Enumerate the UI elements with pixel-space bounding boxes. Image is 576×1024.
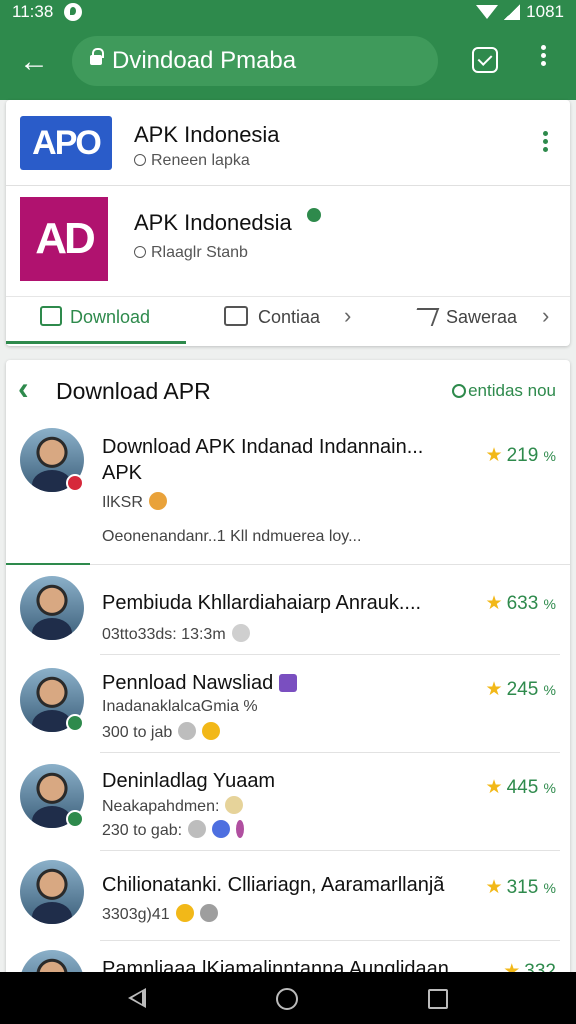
star-icon: ★: [485, 877, 503, 898]
list-item[interactable]: Pennload Nawsliad InadanaklalcaGmia % 30…: [6, 656, 570, 752]
chevron-right-icon[interactable]: ›: [542, 303, 549, 329]
more-vert-icon[interactable]: [538, 128, 552, 162]
item-title: Pennload Nawsliad: [102, 672, 298, 695]
star-icon: [202, 722, 221, 740]
divider: [100, 940, 560, 941]
divider: [100, 752, 560, 753]
thumb-up-icon: [40, 306, 62, 326]
nav-home-icon[interactable]: [276, 988, 298, 1010]
divider-accent: [6, 563, 90, 565]
section-title: Download APR: [56, 378, 211, 404]
item-rating: ★ 245 %: [485, 679, 556, 700]
app-info-card: APO APK Indonesia Reneen lapka AD APK In…: [6, 100, 570, 346]
download-list-card: ‹ Download APR entidas nou Download APK …: [6, 360, 570, 980]
divider: [6, 564, 570, 565]
avatar: [20, 860, 84, 924]
chevron-right-icon[interactable]: ›: [344, 303, 351, 329]
item-rating: ★ 445 %: [485, 777, 556, 798]
arrow-left-icon[interactable]: ←: [14, 42, 54, 82]
section-link[interactable]: entidas nou: [452, 381, 556, 401]
item-subtitle: 03tto33ds: 13:3m: [102, 624, 250, 644]
verified-badge-icon: [66, 810, 84, 828]
app-subtitle: Rlaaglr Stanb: [134, 244, 248, 262]
signal-icon: [504, 4, 521, 20]
item-title: Deninladlag Yuaam: [102, 770, 276, 792]
item-subtitle: Neakapahdmen:: [102, 796, 244, 816]
comment-icon: [224, 306, 248, 326]
lock-icon: [90, 48, 104, 68]
app-logo: AD: [20, 197, 108, 281]
system-nav-bar: [0, 972, 576, 1024]
item-title: Chilionatanki. Clliariagn, Aaramarllanjã: [102, 874, 445, 896]
search-bar[interactable]: Dvindoad Pmaba: [72, 36, 438, 86]
nav-recents-icon[interactable]: [428, 989, 448, 1009]
notification-icon: [64, 3, 82, 21]
list-item[interactable]: Download APK Indanad Indannain... APK Il…: [6, 422, 570, 562]
app-bar: ← Dvindoad Pmaba: [0, 24, 576, 100]
action-row: Download Contiaa › Saweraa ›: [6, 296, 570, 346]
item-description: Oeonenandanr..1 Kll ndmuerea loy...: [102, 528, 362, 545]
share-tab[interactable]: Saweraa: [410, 297, 517, 345]
status-right-text: 1081: [526, 2, 564, 21]
person-icon: [134, 154, 146, 166]
item-rating: ★ 219 %: [485, 445, 556, 466]
circle-icon: [452, 384, 467, 398]
item-meta: 230 to gab:: [102, 820, 245, 840]
avatar: [20, 576, 84, 640]
nav-back-icon[interactable]: [128, 988, 146, 1008]
emoji-icon: [279, 674, 298, 692]
star-icon: [212, 820, 231, 838]
list-item[interactable]: Pembiuda Khllardiahaiarp Anrauk.... 03tt…: [6, 566, 570, 656]
app-logo: APO: [20, 116, 112, 170]
item-subtitle: IlKSR: [102, 492, 167, 512]
divider: [100, 850, 560, 851]
star-icon: ★: [485, 777, 503, 798]
comment-tab[interactable]: Contiaa: [224, 297, 320, 345]
list-item[interactable]: Chilionatanki. Clliariagn, Aaramarllanjã…: [6, 852, 570, 940]
search-text[interactable]: Dvindoad Pmaba: [112, 47, 296, 75]
app-title: APK Indonedsia: [134, 210, 292, 235]
comment-icon: [188, 820, 207, 838]
more-vert-icon[interactable]: [528, 42, 558, 78]
item-subtitle: InadanaklalcaGmia %: [102, 698, 258, 715]
star-icon: ★: [485, 679, 503, 700]
app-row-1[interactable]: APO APK Indonesia Reneen lapka: [6, 100, 570, 186]
app-title: APK Indonesia: [134, 122, 280, 147]
item-rating: ★ 633 %: [485, 593, 556, 614]
divider: [100, 654, 560, 655]
heart-icon: [231, 624, 250, 642]
share-icon: [410, 308, 440, 326]
active-tab-indicator: [6, 341, 186, 344]
star-icon: ★: [485, 445, 503, 466]
star-icon: ★: [485, 593, 503, 614]
item-subtitle: 3303g)41: [102, 904, 218, 924]
emoji-icon: [175, 904, 194, 922]
verified-icon: [307, 208, 321, 222]
emoji-icon: [236, 820, 245, 838]
status-bar: 11:38 1081: [0, 0, 576, 24]
item-title: Pembiuda Khllardiahaiarp Anrauk....: [102, 592, 422, 614]
chevron-left-icon[interactable]: ‹: [18, 370, 29, 407]
download-tab[interactable]: Download: [40, 297, 150, 345]
item-rating: ★ 315 %: [485, 877, 556, 898]
checkbox-icon[interactable]: [472, 47, 498, 73]
app-subtitle: Reneen lapka: [134, 152, 250, 170]
app-row-2[interactable]: AD APK Indonedsia Rlaaglr Stanb: [6, 186, 570, 296]
item-meta: 300 to jab: [102, 722, 221, 742]
heart-badge-icon: [66, 474, 84, 492]
emoji-icon: [225, 796, 244, 814]
item-title-line2: APK: [102, 462, 143, 484]
comment-icon: [178, 722, 197, 740]
status-time: 11:38: [12, 2, 54, 21]
wifi-icon: [476, 5, 499, 19]
list-item[interactable]: Deninladlag Yuaam Neakapahdmen: 230 to g…: [6, 754, 570, 850]
emoji-icon: [148, 492, 167, 510]
verified-badge-icon: [66, 714, 84, 732]
person-icon: [134, 246, 146, 258]
item-title: Download APK Indanad Indannain...: [102, 436, 424, 458]
emoji-icon: [199, 904, 218, 922]
